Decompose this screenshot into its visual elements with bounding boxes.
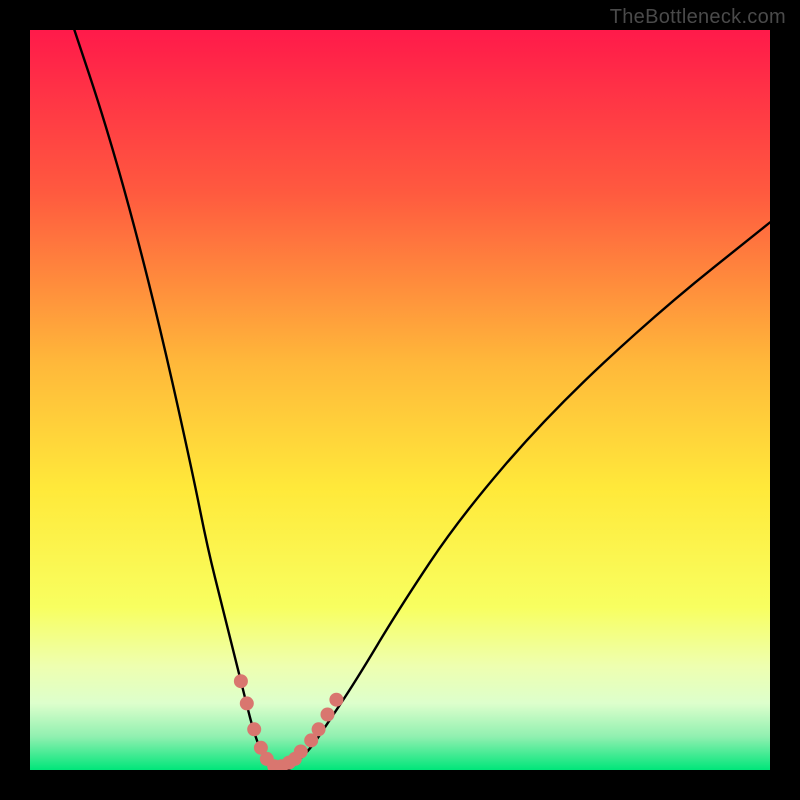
valley-marker-dot	[247, 722, 261, 736]
valley-marker-dot	[234, 674, 248, 688]
chart-svg	[30, 30, 770, 770]
plot-area	[30, 30, 770, 770]
valley-marker-dot	[329, 693, 343, 707]
watermark-text: TheBottleneck.com	[610, 6, 786, 29]
valley-marker-dot	[240, 696, 254, 710]
chart-frame: TheBottleneck.com	[0, 0, 800, 800]
valley-marker-dot	[312, 722, 326, 736]
valley-marker-dot	[294, 745, 308, 759]
gradient-bg	[30, 30, 770, 770]
valley-marker-dot	[321, 708, 335, 722]
